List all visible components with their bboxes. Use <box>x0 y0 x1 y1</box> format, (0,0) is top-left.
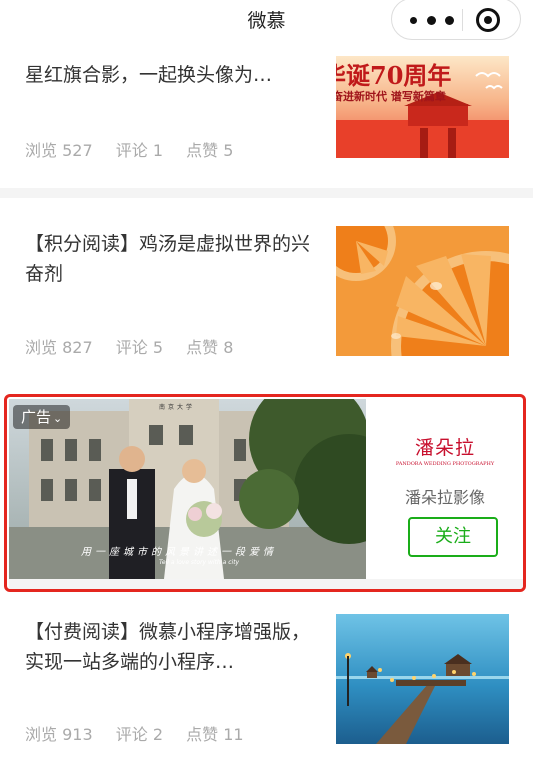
ad-card[interactable]: 南京大学 用一座城市的风景讲述一段爱情 Tell a love story wi… <box>4 394 526 592</box>
article-title: 星红旗合影，一起换头像为… <box>25 64 273 86</box>
comment-count: 评论 2 <box>115 725 164 744</box>
building-sign: 南京大学 <box>159 404 196 411</box>
section-divider <box>0 188 533 198</box>
article-stats: 浏览 827 评论 5 点赞 8 <box>25 334 251 358</box>
article-stats: 浏览 913 评论 2 点赞 11 <box>25 721 262 745</box>
view-count: 浏览 527 <box>25 141 93 160</box>
article-card[interactable]: 【付费阅读】微慕小程序增强版，实现一站多端的小程序… 浏览 913 评论 2 点… <box>0 600 533 760</box>
chevron-down-icon: ⌄ <box>53 412 63 425</box>
comment-count: 评论 5 <box>115 338 164 357</box>
brand-logo: 潘朵拉 PANDORA WEDDING PHOTOGRAPHY <box>366 433 523 467</box>
ad-photo-caption: 用一座城市的风景讲述一段爱情 <box>81 547 277 558</box>
ad-badge-label: 广告 <box>21 408 52 426</box>
like-count: 点赞 11 <box>186 725 244 744</box>
ad-photo-caption-en: Tell a love story with a city <box>159 559 240 566</box>
brand-logo-subtitle: PANDORA WEDDING PHOTOGRAPHY <box>395 461 495 467</box>
article-thumbnail <box>336 226 509 356</box>
banner-subtitle: 奋进新时代 谱写新篇章 <box>336 90 446 103</box>
like-count: 点赞 5 <box>186 141 234 160</box>
navigation-bar: 微慕 <box>0 0 533 40</box>
view-count: 浏览 913 <box>25 725 93 744</box>
more-icon[interactable] <box>410 11 454 29</box>
ad-brand-panel: 潘朵拉 PANDORA WEDDING PHOTOGRAPHY 潘朵拉影像 关注 <box>366 399 523 579</box>
ad-bottom-strip <box>9 579 523 589</box>
orange-slice-image <box>336 226 509 356</box>
banner-title: 华诞70周年 <box>336 61 452 90</box>
article-title: 【积分阅读】鸡汤是虚拟世界的兴奋剂 <box>25 233 311 285</box>
article-card[interactable]: 星红旗合影，一起换头像为… 浏览 527 评论 1 点赞 5 华诞70周年 奋进… <box>0 40 533 188</box>
view-count: 浏览 827 <box>25 338 93 357</box>
mini-program-capsule <box>391 0 521 40</box>
article-card[interactable]: 【积分阅读】鸡汤是虚拟世界的兴奋剂 浏览 827 评论 5 点赞 8 <box>0 198 533 384</box>
brand-logo-text: 潘朵拉 <box>414 437 475 459</box>
article-title: 【付费阅读】微慕小程序增强版，实现一站多端的小程序… <box>25 621 311 673</box>
article-stats: 浏览 527 评论 1 点赞 5 <box>25 137 251 161</box>
comment-count: 评论 1 <box>115 141 164 160</box>
brand-name: 潘朵拉影像 <box>404 488 485 507</box>
article-thumbnail: 华诞70周年 奋进新时代 谱写新篇章 <box>336 56 509 158</box>
ad-badge[interactable]: 广告 ⌄ <box>13 405 71 429</box>
capsule-divider <box>462 9 463 31</box>
ad-photo[interactable]: 南京大学 用一座城市的风景讲述一段爱情 Tell a love story wi… <box>9 399 366 579</box>
like-count: 点赞 8 <box>186 338 234 357</box>
close-target-icon[interactable] <box>476 8 500 32</box>
follow-button[interactable]: 关注 <box>408 517 498 557</box>
seaside-pier-image <box>336 614 509 744</box>
article-thumbnail <box>336 614 509 744</box>
